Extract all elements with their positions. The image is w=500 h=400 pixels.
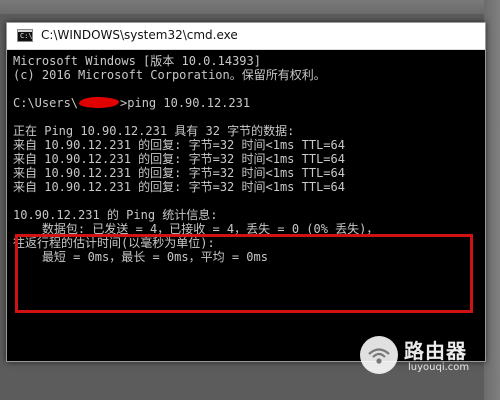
watermark-name: 路由器 <box>404 339 467 363</box>
console-line: 来自 10.90.12.231 的回复: 字节=32 时间<1ms TTL=64 <box>13 152 345 166</box>
highlight-annotation-box <box>15 234 473 313</box>
window-title: C:\WINDOWS\system32\cmd.exe <box>41 28 238 42</box>
prompt-command: >ping 10.90.12.231 <box>120 96 251 110</box>
console-line: Microsoft Windows [版本 10.0.14393] <box>13 54 261 68</box>
cmd-icon: C:\ <box>17 29 33 42</box>
console-output[interactable]: Microsoft Windows [版本 10.0.14393] (c) 201… <box>13 54 479 264</box>
console-line: 来自 10.90.12.231 的回复: 字节=32 时间<1ms TTL=64 <box>13 180 345 194</box>
title-bar[interactable]: C:\ C:\WINDOWS\system32\cmd.exe <box>7 23 485 50</box>
console-line: 来自 10.90.12.231 的回复: 字节=32 时间<1ms TTL=64 <box>13 166 345 180</box>
prompt-path: C:\Users\ <box>13 96 79 110</box>
console-line: (c) 2016 Microsoft Corporation。保留所有权利。 <box>13 68 326 82</box>
router-logo-icon <box>360 336 398 374</box>
redaction-mark <box>79 97 120 108</box>
console-line: C:\Users\ >ping 10.90.12.231 <box>13 96 479 110</box>
background-top <box>0 0 500 14</box>
watermark-url: luyouqi.com <box>408 362 470 373</box>
console-line: 来自 10.90.12.231 的回复: 字节=32 时间<1ms TTL=64 <box>13 138 345 152</box>
cmd-icon-text: C:\ <box>20 32 33 40</box>
console-line: 10.90.12.231 的 Ping 统计信息: <box>13 208 218 222</box>
watermark: 路由器 luyouqi.com <box>360 332 500 382</box>
console-line: 正在 Ping 10.90.12.231 具有 32 字节的数据: <box>13 124 295 138</box>
cmd-window[interactable]: C:\ C:\WINDOWS\system32\cmd.exe Microsof… <box>6 22 486 362</box>
